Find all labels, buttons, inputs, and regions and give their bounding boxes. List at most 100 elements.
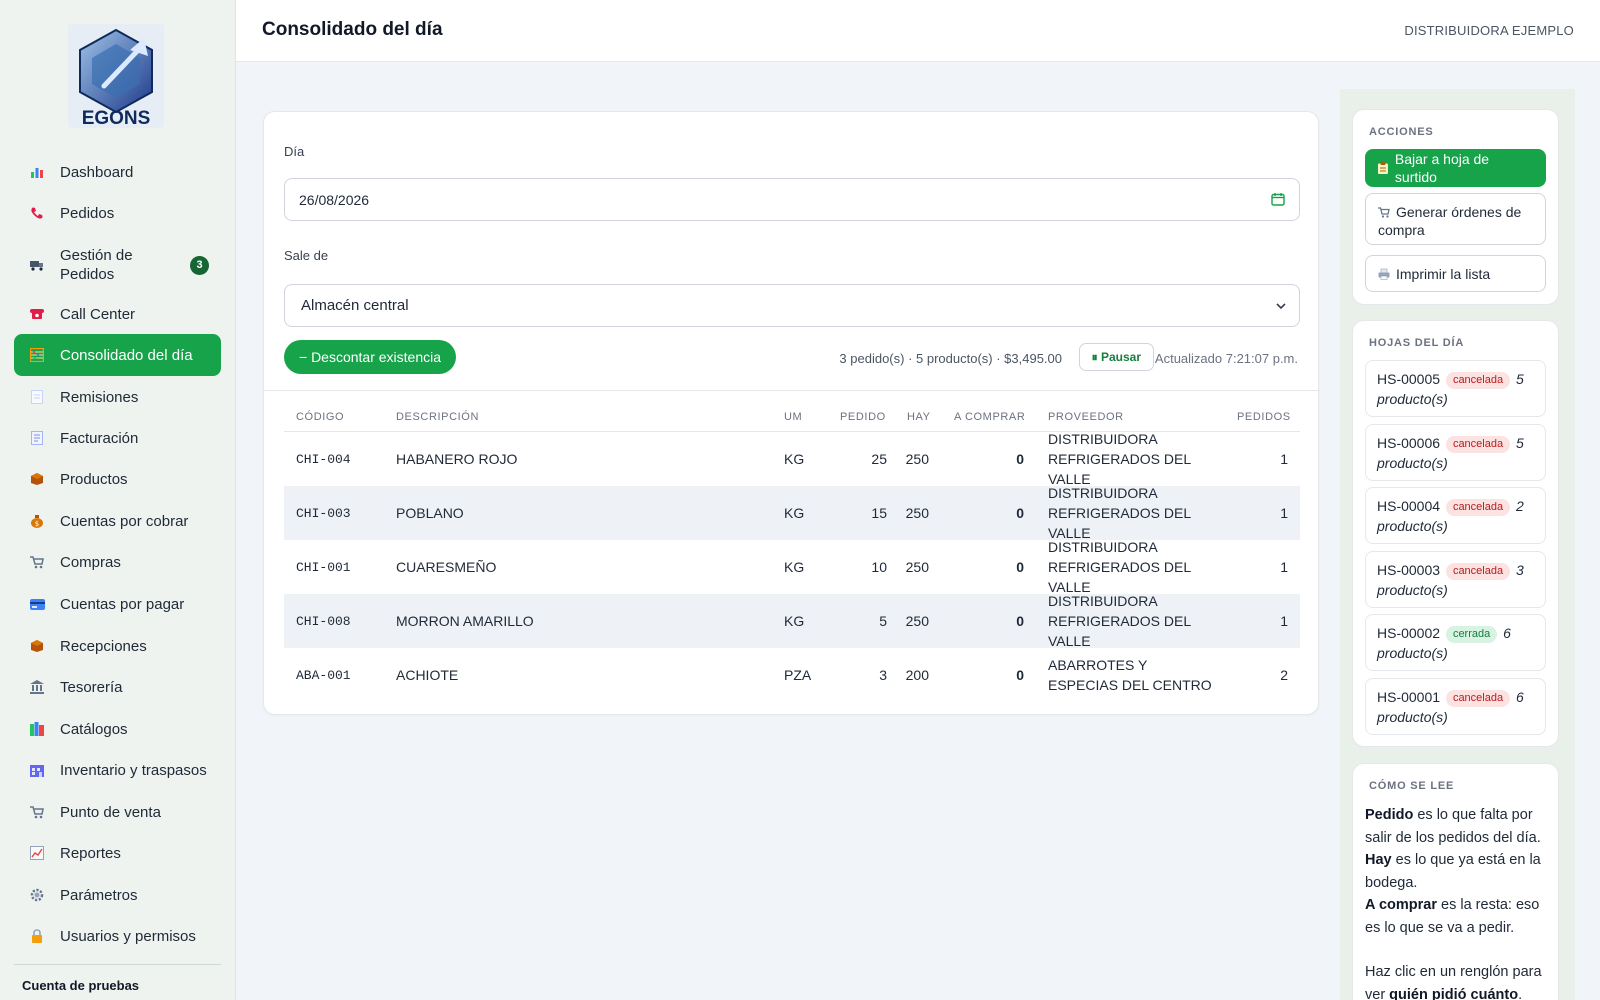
telephone-icon (28, 306, 46, 322)
sidebar-item-label: Facturación (60, 429, 139, 447)
sidebar-item-pedidos[interactable]: Pedidos (14, 192, 221, 234)
sidebar-item-label: Consolidado del día (60, 346, 193, 364)
sidebar-item-label: Pedidos (60, 204, 115, 222)
sidebar-item-facturacion[interactable]: Facturación (14, 417, 221, 459)
sheet-id: HS-00004 (1377, 498, 1441, 514)
pending-count-badge: 3 (190, 255, 209, 275)
cell-um: KG (784, 559, 805, 575)
sidebar-item-label: Productos (60, 470, 128, 488)
table-row[interactable]: CHI-001 CUARESMEÑO KG 10 250 0 DISTRIBUI… (284, 539, 1300, 595)
sidebar-item-catalogos[interactable]: Catálogos (14, 708, 221, 750)
col-codigo[interactable]: CÓDIGO (296, 411, 344, 423)
col-um[interactable]: UM (784, 411, 802, 423)
sheet-item[interactable]: HS-00002 cerrada 6 producto(s) (1365, 614, 1546, 671)
download-sheet-button[interactable]: Bajar a hoja de surtido (1365, 149, 1546, 187)
sidebar-item-call-center[interactable]: Call Center (14, 293, 221, 335)
cell-a-comprar: 0 (1016, 559, 1024, 575)
date-input[interactable]: 26/08/2026 (284, 178, 1300, 221)
source-value: Almacén central (301, 297, 409, 314)
sheet-item[interactable]: HS-00006 cancelada 5 producto(s) (1365, 424, 1546, 481)
generate-purchase-orders-button[interactable]: Generar órdenes de compra (1365, 193, 1546, 245)
sidebar-item-remisiones[interactable]: Remisiones (14, 376, 221, 418)
sidebar-item-compras[interactable]: Compras (14, 541, 221, 583)
line-chart-icon (28, 845, 46, 861)
col-hay[interactable]: HAY (907, 411, 931, 423)
cell-hay: 200 (905, 667, 929, 683)
truck-icon (28, 257, 46, 273)
pause-button[interactable]: ⏸ Pausar (1078, 343, 1154, 371)
cell-proveedor: DISTRIBUIDORA REFRIGERADOS DEL VALLE (1048, 485, 1191, 541)
sidebar-item-usuarios[interactable]: Usuarios y permisos (14, 915, 221, 957)
sidebar-item-reportes[interactable]: Reportes (14, 832, 221, 874)
discount-stock-button[interactable]: − Descontar existencia (284, 340, 457, 374)
col-descripcion[interactable]: DESCRIPCIÓN (396, 411, 479, 423)
cell-pedido: 5 (879, 613, 887, 629)
sidebar-divider (14, 964, 221, 965)
sheet-item[interactable]: HS-00005 cancelada 5 producto(s) (1365, 360, 1546, 417)
cart-icon (28, 554, 46, 570)
table-row[interactable]: ABA-001 ACHIOTE PZA 3 200 0 ABARROTES Y … (284, 648, 1300, 702)
cell-codigo: ABA-001 (296, 667, 351, 683)
sidebar-item-dashboard[interactable]: Dashboard (14, 151, 221, 193)
table-row[interactable]: CHI-004 HABANERO ROJO KG 25 250 0 DISTRI… (284, 431, 1300, 487)
summary-text: 3 pedido(s) · 5 producto(s) · $3,495.00 (839, 351, 1062, 366)
cell-a-comprar: 0 (1016, 667, 1024, 683)
sidebar-item-label: Cuentas por cobrar (60, 512, 189, 530)
sidebar-item-punto-venta[interactable]: Punto de venta (14, 791, 221, 833)
document-icon (28, 389, 46, 405)
sidebar-item-recepciones[interactable]: Recepciones (14, 625, 221, 667)
sidebar-item-label: Recepciones (60, 637, 147, 655)
company-name: DISTRIBUIDORA EJEMPLO (1404, 23, 1574, 38)
chevron-down-icon (1276, 303, 1286, 310)
sidebar-item-label: Dashboard (60, 163, 134, 181)
sidebar-item-tesoreria[interactable]: Tesorería (14, 666, 221, 708)
table-row[interactable]: CHI-003 POBLANO KG 15 250 0 DISTRIBUIDOR… (284, 485, 1300, 541)
sidebar-item-consolidado[interactable]: Consolidado del día (14, 334, 221, 376)
cell-pedidos: 1 (1280, 559, 1288, 575)
sidebar-item-label: Tesorería (60, 678, 123, 696)
sheet-item[interactable]: HS-00004 cancelada 2 producto(s) (1365, 487, 1546, 544)
cell-um: PZA (784, 667, 812, 683)
status-badge: cancelada (1445, 499, 1511, 516)
col-a-comprar[interactable]: A COMPRAR (954, 411, 1025, 423)
source-select[interactable]: Almacén central (284, 284, 1300, 327)
col-proveedor[interactable]: PROVEEDOR (1048, 411, 1124, 423)
table-row[interactable]: CHI-008 MORRON AMARILLO KG 5 250 0 DISTR… (284, 593, 1300, 649)
calendar-icon[interactable] (1271, 192, 1285, 206)
sidebar-item-cuentas-pagar[interactable]: Cuentas por pagar (14, 583, 221, 625)
sidebar-item-label: Usuarios y permisos (60, 927, 196, 945)
svg-text:$: $ (35, 520, 39, 528)
col-pedidos[interactable]: PEDIDOS (1237, 411, 1291, 423)
brand-logo[interactable]: EGONS (64, 22, 168, 130)
card-icon (28, 596, 46, 612)
cell-a-comprar: 0 (1016, 613, 1024, 629)
warehouse-icon (28, 762, 46, 778)
package-icon (28, 638, 46, 654)
howto-term-pedido: Pedido (1365, 807, 1414, 823)
print-list-button[interactable]: Imprimir la lista (1365, 255, 1546, 292)
day-sheets-card: HOJAS DEL DÍA HS-00005 cancelada 5 produ… (1352, 320, 1559, 747)
sidebar-item-cuentas-cobrar[interactable]: $ Cuentas por cobrar (14, 500, 221, 542)
chart-icon (28, 164, 46, 180)
sidebar-item-productos[interactable]: Productos (14, 458, 221, 500)
sidebar-item-label: Inventario y traspasos (60, 761, 207, 779)
page-title: Consolidado del día (262, 19, 443, 40)
sheet-item[interactable]: HS-00001 cancelada 6 producto(s) (1365, 678, 1546, 735)
cell-codigo: CHI-003 (296, 505, 351, 521)
sidebar-item-gestion-pedidos[interactable]: Gestión de Pedidos 3 (14, 242, 221, 288)
top-header: Consolidado del día DISTRIBUIDORA EJEMPL… (236, 0, 1600, 62)
col-pedido[interactable]: PEDIDO (840, 411, 886, 423)
cell-descripcion: ACHIOTE (396, 667, 459, 683)
actions-card: ACCIONES Bajar a hoja de surtido Generar… (1352, 109, 1559, 305)
download-sheet-label: Bajar a hoja de surtido (1394, 151, 1490, 185)
status-badge: cancelada (1445, 563, 1511, 580)
cell-hay: 250 (905, 451, 929, 467)
cell-hay: 250 (905, 559, 929, 575)
sidebar-item-parametros[interactable]: Parámetros (14, 874, 221, 916)
sidebar-item-inventario[interactable]: Inventario y traspasos (14, 749, 221, 791)
howto-term-a-comprar: A comprar (1365, 897, 1437, 913)
account-name[interactable]: Cuenta de pruebas (22, 978, 139, 993)
day-sheets-title: HOJAS DEL DÍA (1369, 337, 1465, 349)
actions-title: ACCIONES (1369, 126, 1434, 138)
sheet-item[interactable]: HS-00003 cancelada 3 producto(s) (1365, 551, 1546, 608)
